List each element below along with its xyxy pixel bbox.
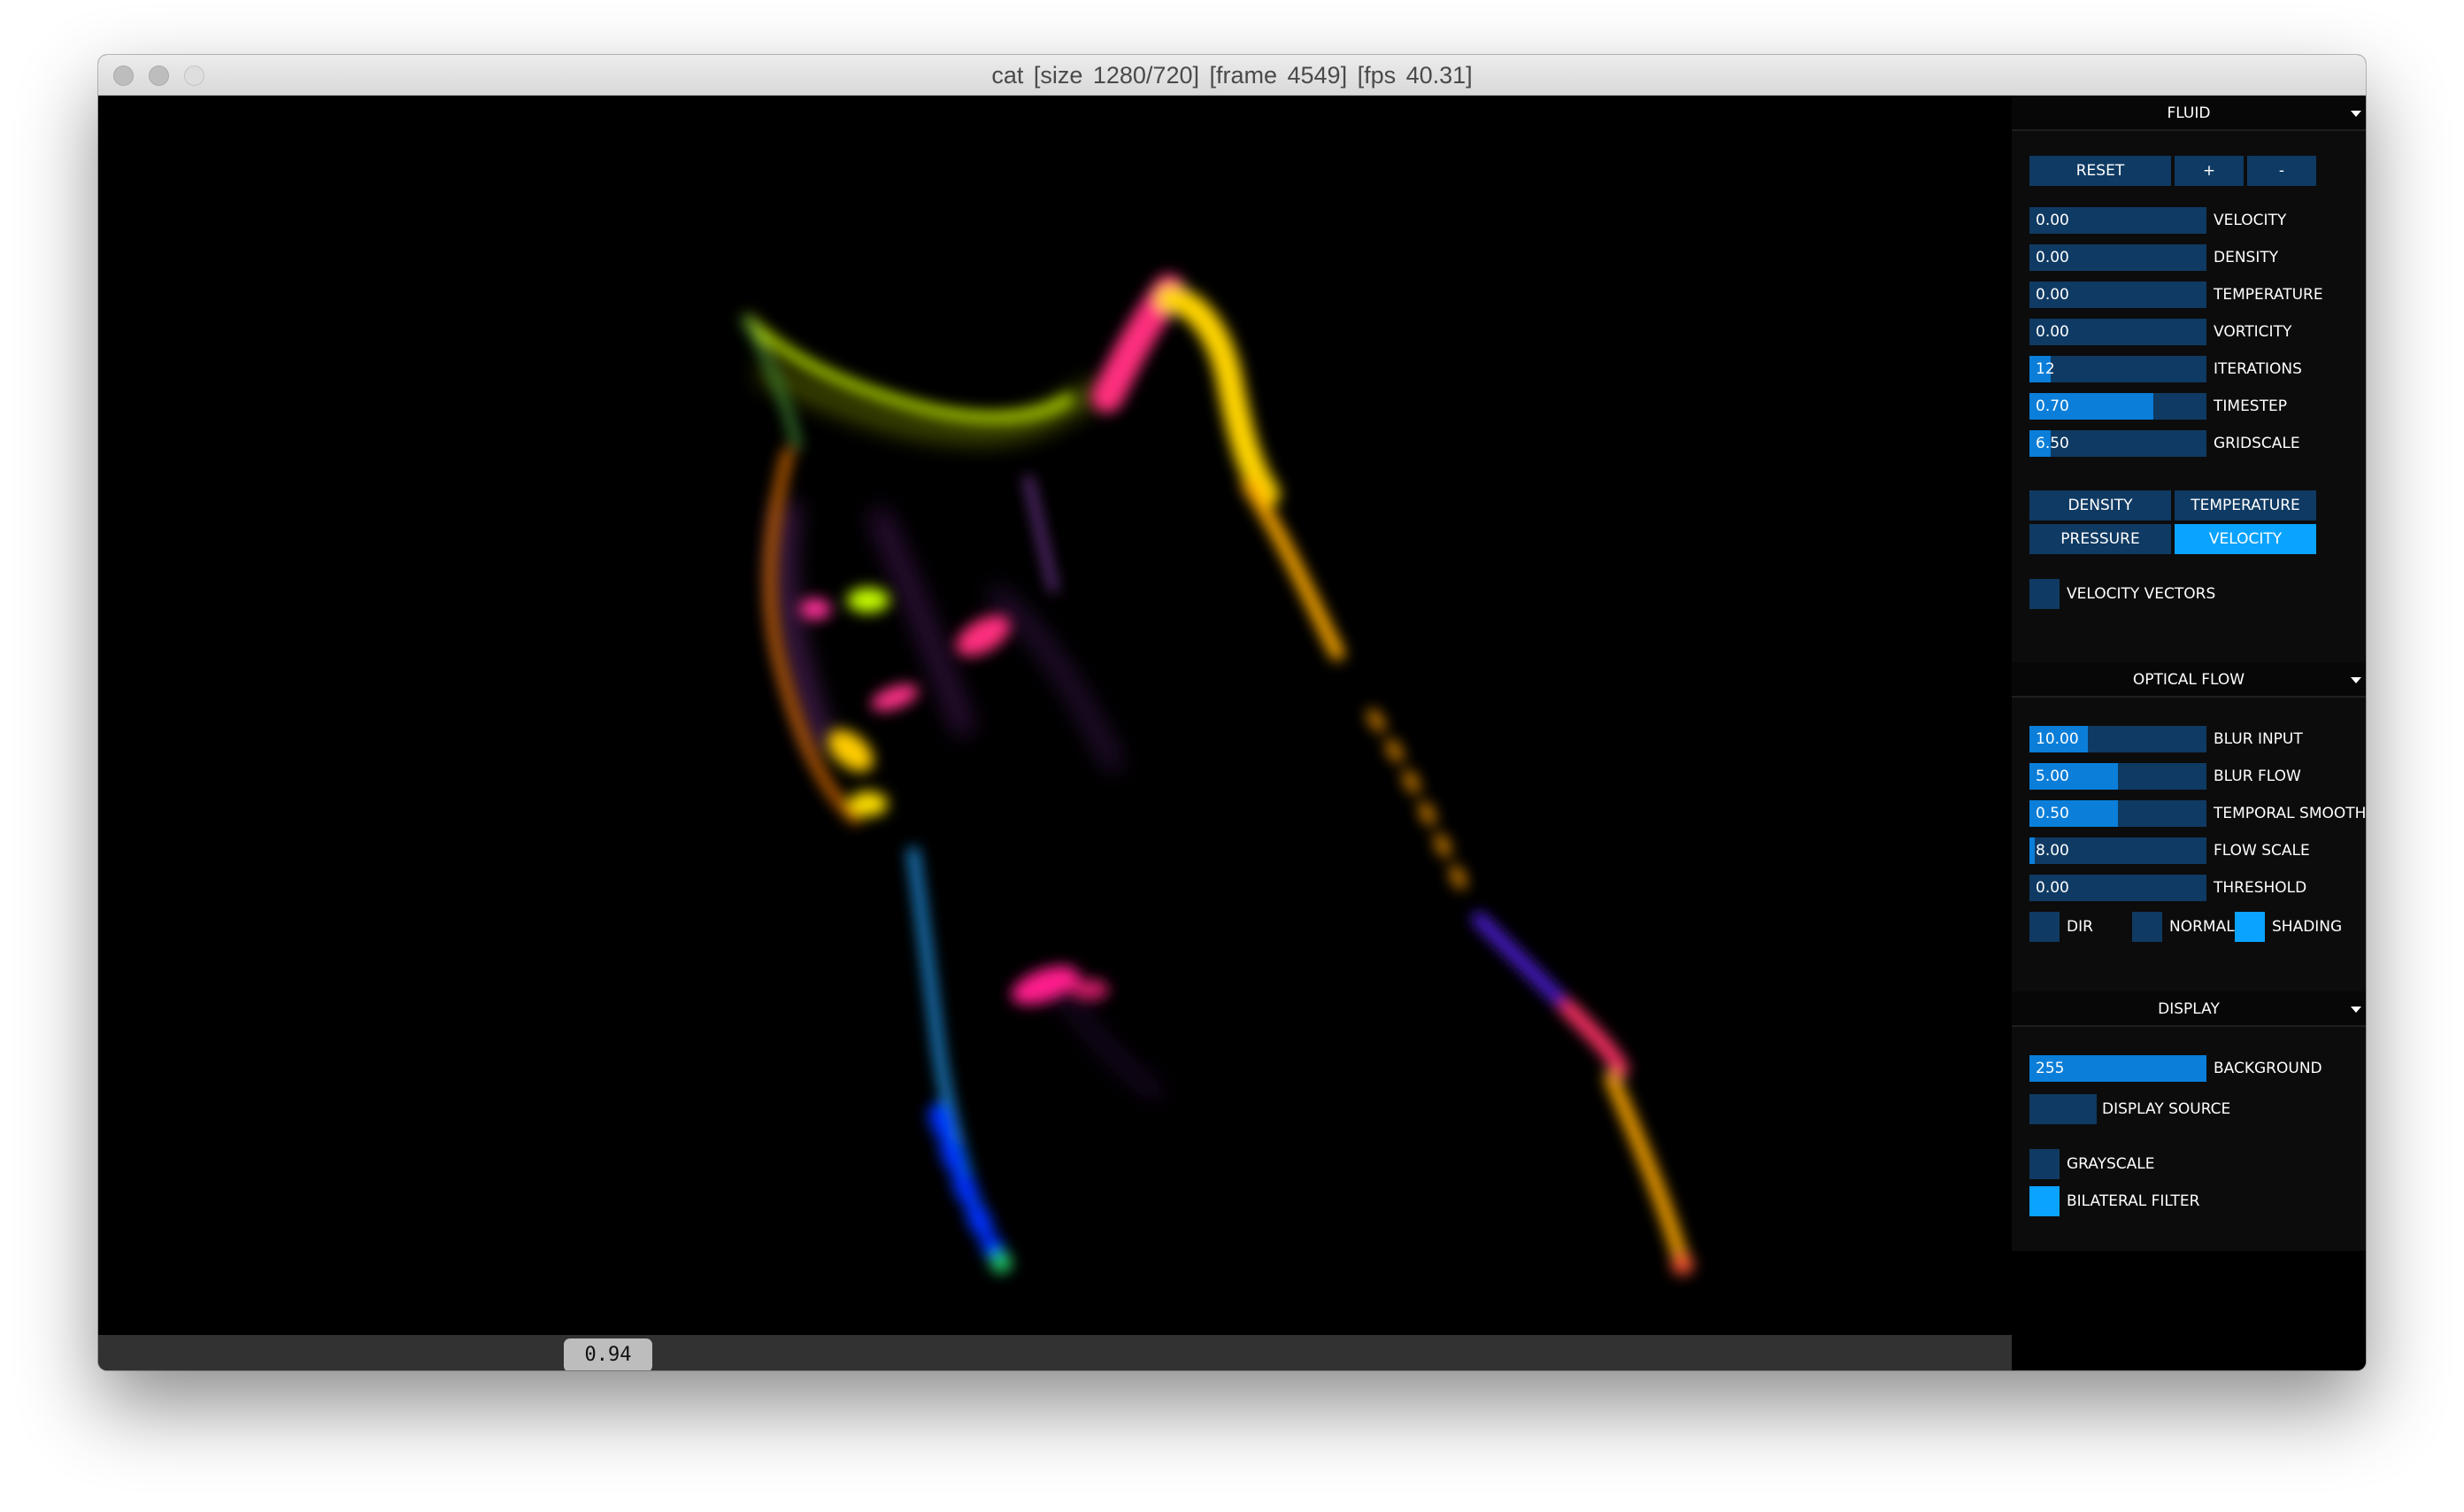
grayscale-checkbox[interactable] bbox=[2029, 1149, 2060, 1179]
timeline-scrub-bar[interactable]: 0.94 bbox=[98, 1335, 2012, 1370]
slider-label: VELOCITY bbox=[2214, 212, 2287, 229]
background-slider[interactable]: 255 bbox=[2029, 1055, 2206, 1082]
timestep-slider[interactable]: 0.70 bbox=[2029, 393, 2206, 420]
iterations-slider[interactable]: 12 bbox=[2029, 356, 2206, 382]
slider-value: 12 bbox=[2036, 360, 2055, 378]
collapse-caret-icon[interactable] bbox=[2351, 677, 2361, 683]
slider-label: TEMPORAL SMOOTH bbox=[2214, 805, 2366, 822]
display-section-header[interactable]: DISPLAY bbox=[2012, 991, 2366, 1027]
display-source-toggle[interactable] bbox=[2029, 1094, 2097, 1124]
flow-scale-slider[interactable]: 8.00 bbox=[2029, 837, 2206, 864]
blur-flow-slider[interactable]: 5.00 bbox=[2029, 763, 2206, 790]
slider-value: 5.00 bbox=[2036, 768, 2069, 785]
density-slider[interactable]: 0.00 bbox=[2029, 244, 2206, 271]
temperature-slider[interactable]: 0.00 bbox=[2029, 282, 2206, 308]
display-section-title: DISPLAY bbox=[2158, 1000, 2220, 1018]
slider-fill bbox=[2029, 837, 2035, 864]
collapse-caret-icon[interactable] bbox=[2351, 111, 2361, 117]
view-density-button[interactable]: DENSITY bbox=[2029, 490, 2171, 521]
fluid-render-viewport[interactable] bbox=[98, 96, 2012, 1335]
slider-value: 8.00 bbox=[2036, 842, 2069, 860]
plus-button[interactable]: + bbox=[2175, 156, 2244, 186]
temporal-smooth-slider[interactable]: 0.50 bbox=[2029, 800, 2206, 827]
blur-input-slider[interactable]: 10.00 bbox=[2029, 726, 2206, 752]
panel-empty-area bbox=[2012, 1251, 2366, 1370]
collapse-caret-icon[interactable] bbox=[2351, 1007, 2361, 1013]
slider-label: GRIDSCALE bbox=[2214, 435, 2300, 452]
dir-checkbox[interactable] bbox=[2029, 912, 2060, 942]
app-window: cat [size 1280/720] [frame 4549] [fps 40… bbox=[98, 55, 2366, 1370]
view-velocity-button[interactable]: VELOCITY bbox=[2175, 524, 2316, 554]
view-temperature-button[interactable]: TEMPERATURE bbox=[2175, 490, 2316, 521]
settings-panel: FLUID RESET + - 0.00 VELOCITY 0.00 DENSI… bbox=[2012, 96, 2366, 1251]
optical-flow-section-title: OPTICAL FLOW bbox=[2132, 671, 2245, 689]
bilateral-filter-checkbox[interactable] bbox=[2029, 1186, 2060, 1216]
slider-label: TIMESTEP bbox=[2214, 397, 2287, 415]
slider-value: 0.00 bbox=[2036, 323, 2069, 341]
normal-checkbox[interactable] bbox=[2132, 912, 2162, 942]
window-title: cat [size 1280/720] [frame 4549] [fps 40… bbox=[991, 62, 1473, 89]
slider-value: 0.00 bbox=[2036, 879, 2069, 897]
slider-label: VORTICITY bbox=[2214, 323, 2292, 341]
slider-value: 0.70 bbox=[2036, 397, 2069, 415]
slider-label: BACKGROUND bbox=[2214, 1060, 2322, 1077]
normal-label: NORMAL bbox=[2169, 918, 2235, 936]
view-pressure-button[interactable]: PRESSURE bbox=[2029, 524, 2171, 554]
slider-label: BLUR INPUT bbox=[2214, 730, 2303, 748]
slider-label: DENSITY bbox=[2214, 249, 2279, 266]
minus-button[interactable]: - bbox=[2247, 156, 2316, 186]
gridscale-slider[interactable]: 6.50 bbox=[2029, 430, 2206, 457]
slider-value: 0.00 bbox=[2036, 249, 2069, 266]
reset-button[interactable]: RESET bbox=[2029, 156, 2171, 186]
velocity-vectors-label: VELOCITY VECTORS bbox=[2067, 585, 2216, 603]
fluid-section-header[interactable]: FLUID bbox=[2012, 96, 2366, 131]
slider-label: ITERATIONS bbox=[2214, 360, 2302, 378]
slider-value: 0.50 bbox=[2036, 805, 2069, 822]
bilateral-filter-label: BILATERAL FILTER bbox=[2067, 1192, 2200, 1210]
slider-value: 255 bbox=[2036, 1060, 2065, 1077]
fluid-section-title: FLUID bbox=[2167, 104, 2211, 122]
slider-label: THRESHOLD bbox=[2214, 879, 2307, 897]
velocity-slider[interactable]: 0.00 bbox=[2029, 207, 2206, 234]
vorticity-slider[interactable]: 0.00 bbox=[2029, 319, 2206, 345]
slider-label: BLUR FLOW bbox=[2214, 768, 2301, 785]
shading-checkbox[interactable] bbox=[2235, 912, 2265, 942]
slider-value: 0.00 bbox=[2036, 286, 2069, 304]
threshold-slider[interactable]: 0.00 bbox=[2029, 875, 2206, 901]
optical-flow-section-header[interactable]: OPTICAL FLOW bbox=[2012, 662, 2366, 698]
slider-label: TEMPERATURE bbox=[2214, 286, 2323, 304]
title-bar[interactable]: cat [size 1280/720] [frame 4549] [fps 40… bbox=[98, 55, 2366, 96]
slider-label: FLOW SCALE bbox=[2214, 842, 2310, 860]
velocity-vectors-checkbox[interactable] bbox=[2029, 579, 2060, 609]
slider-value: 0.00 bbox=[2036, 212, 2069, 229]
grayscale-label: GRAYSCALE bbox=[2067, 1155, 2155, 1173]
shading-label: SHADING bbox=[2272, 918, 2343, 936]
slider-value: 10.00 bbox=[2036, 730, 2079, 748]
slider-value: 6.50 bbox=[2036, 435, 2069, 452]
timeline-scrub-handle[interactable]: 0.94 bbox=[564, 1338, 652, 1370]
dir-label: DIR bbox=[2067, 918, 2093, 936]
display-source-label: DISPLAY SOURCE bbox=[2102, 1100, 2231, 1118]
optical-flow-cat-visualization bbox=[740, 274, 1693, 1275]
